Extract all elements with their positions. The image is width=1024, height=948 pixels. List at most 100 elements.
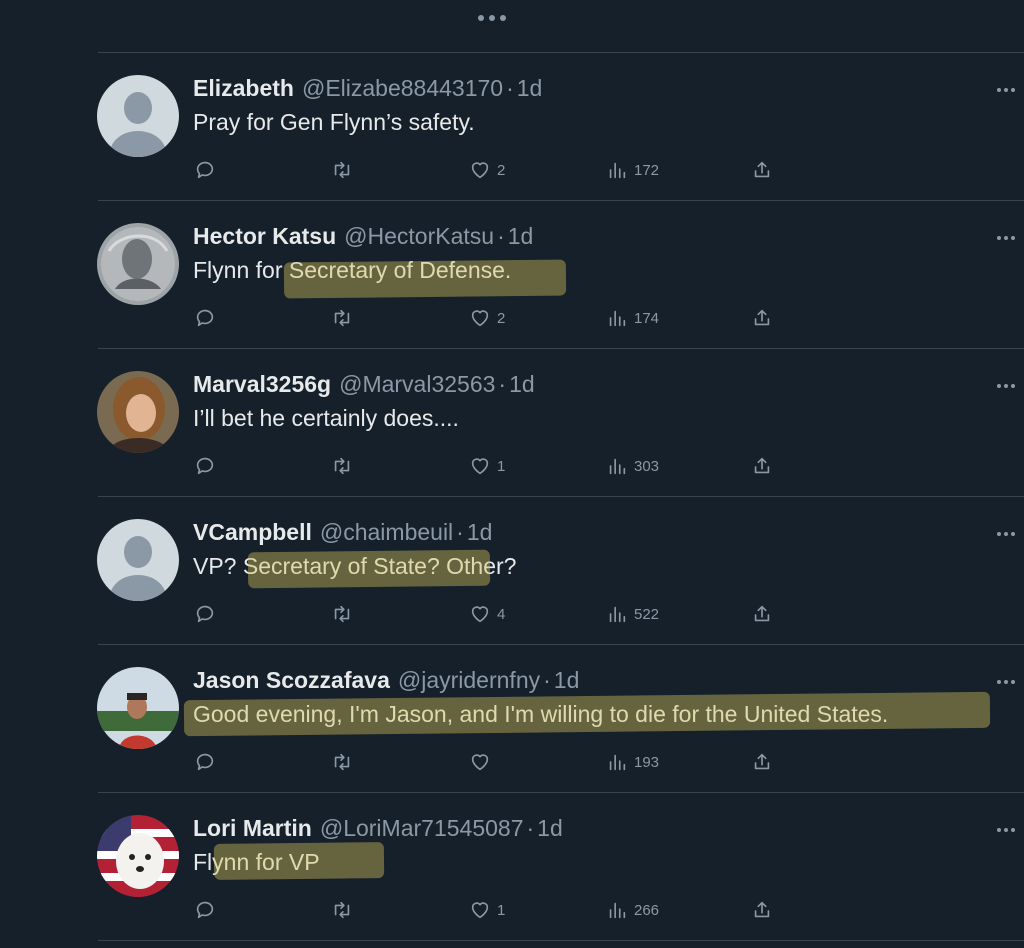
more-options-icon[interactable] <box>992 529 1020 539</box>
tweet[interactable]: VCampbell @chaimbeuil · 1d VP? Secretary… <box>0 499 1024 647</box>
display-name[interactable]: Jason Scozzafava <box>193 667 390 694</box>
avatar[interactable] <box>97 223 179 305</box>
reply-button[interactable] <box>194 597 216 631</box>
like-count: 1 <box>497 901 506 919</box>
like-button[interactable]: 1 <box>469 893 505 927</box>
heart-icon <box>471 162 489 179</box>
views-button[interactable]: 522 <box>606 597 659 631</box>
reply-button[interactable] <box>194 745 216 779</box>
reply-button[interactable] <box>194 449 216 483</box>
user-handle[interactable]: @Elizabe88443170 <box>302 75 503 102</box>
more-options-icon[interactable] <box>992 85 1020 95</box>
more-options-icon[interactable] <box>992 677 1020 687</box>
retweet-icon <box>334 901 350 919</box>
reply-button[interactable] <box>194 301 216 335</box>
display-name[interactable]: Elizabeth <box>193 75 294 102</box>
retweet-icon <box>334 457 350 475</box>
user-handle[interactable]: @Marval32563 <box>339 371 495 398</box>
tweet-header: Marval3256g @Marval32563 · 1d <box>193 371 535 401</box>
like-button[interactable]: 1 <box>469 449 505 483</box>
heart-icon <box>471 310 489 327</box>
avatar[interactable] <box>97 371 179 453</box>
view-count: 303 <box>634 457 660 475</box>
tweet-header: Elizabeth @Elizabe88443170 · 1d <box>193 75 542 105</box>
marker-highlight <box>247 549 491 589</box>
display-name[interactable]: Lori Martin <box>193 815 312 842</box>
share-button[interactable] <box>751 893 773 927</box>
like-count: 2 <box>497 309 506 327</box>
views-button[interactable]: 303 <box>606 449 659 483</box>
timestamp[interactable]: 1d <box>509 371 535 398</box>
divider <box>98 792 1024 793</box>
share-button[interactable] <box>751 597 773 631</box>
like-count: 1 <box>497 457 506 475</box>
tweet[interactable]: Lori Martin @LoriMar71545087 · 1d Flynn … <box>0 795 1024 943</box>
action-bar: 1 303 <box>0 449 1024 483</box>
tweet[interactable]: Marval3256g @Marval32563 · 1d I’ll bet h… <box>0 351 1024 499</box>
view-count: 522 <box>634 605 660 623</box>
timestamp[interactable]: 1d <box>517 75 543 102</box>
display-name[interactable]: Marval3256g <box>193 371 331 398</box>
views-button[interactable]: 172 <box>606 153 659 187</box>
reply-button[interactable] <box>194 153 216 187</box>
retweet-button[interactable] <box>331 449 353 483</box>
views-chart-icon <box>609 162 626 179</box>
like-button[interactable]: 2 <box>469 153 505 187</box>
timestamp[interactable]: 1d <box>537 815 563 842</box>
view-count: 266 <box>634 901 660 919</box>
action-bar: 2 172 <box>0 153 1024 187</box>
avatar[interactable] <box>97 815 179 897</box>
share-icon <box>754 753 770 770</box>
timestamp[interactable]: 1d <box>467 519 493 546</box>
timestamp[interactable]: 1d <box>554 667 580 694</box>
more-options-icon[interactable] <box>992 381 1020 391</box>
reply-button[interactable] <box>194 893 216 927</box>
avatar[interactable] <box>97 667 179 749</box>
divider <box>98 644 1024 645</box>
display-name[interactable]: VCampbell <box>193 519 312 546</box>
retweet-button[interactable] <box>331 301 353 335</box>
views-button[interactable]: 266 <box>606 893 659 927</box>
more-options-icon[interactable] <box>992 233 1020 243</box>
retweet-icon <box>334 753 350 771</box>
retweet-button[interactable] <box>331 597 353 631</box>
share-button[interactable] <box>751 745 773 779</box>
share-button[interactable] <box>751 153 773 187</box>
user-handle[interactable]: @LoriMar71545087 <box>320 815 524 842</box>
views-button[interactable]: 174 <box>606 301 659 335</box>
like-count: 4 <box>497 605 506 623</box>
timestamp[interactable]: 1d <box>508 223 534 250</box>
tweet-header: Jason Scozzafava @jayridernfny · 1d <box>193 667 579 697</box>
user-handle[interactable]: @HectorKatsu <box>344 223 494 250</box>
views-chart-icon <box>609 902 626 919</box>
views-chart-icon <box>609 458 626 475</box>
tweet[interactable]: Elizabeth @Elizabe88443170 · 1d Pray for… <box>0 55 1024 203</box>
like-count: 2 <box>497 161 506 179</box>
tweet-text: I’ll bet he certainly does.... <box>193 405 459 431</box>
user-handle[interactable]: @chaimbeuil <box>320 519 453 546</box>
like-button[interactable]: 4 <box>469 597 505 631</box>
action-bar: 4 522 <box>0 597 1024 631</box>
views-chart-icon <box>609 754 626 771</box>
like-button[interactable] <box>469 745 497 779</box>
share-button[interactable] <box>751 449 773 483</box>
more-options-icon[interactable] <box>992 825 1020 835</box>
retweet-button[interactable] <box>331 893 353 927</box>
reply-icon <box>196 901 214 919</box>
share-icon <box>754 309 770 326</box>
more-options-icon[interactable] <box>470 4 514 32</box>
divider <box>98 200 1024 201</box>
share-button[interactable] <box>751 301 773 335</box>
avatar[interactable] <box>97 75 179 157</box>
retweet-button[interactable] <box>331 745 353 779</box>
share-icon <box>754 901 770 918</box>
retweet-icon <box>334 309 350 327</box>
display-name[interactable]: Hector Katsu <box>193 223 336 250</box>
views-button[interactable]: 193 <box>606 745 659 779</box>
retweet-button[interactable] <box>331 153 353 187</box>
user-handle[interactable]: @jayridernfny <box>398 667 540 694</box>
share-icon <box>754 605 770 622</box>
like-button[interactable]: 2 <box>469 301 505 335</box>
avatar[interactable] <box>97 519 179 601</box>
divider <box>98 940 1024 941</box>
